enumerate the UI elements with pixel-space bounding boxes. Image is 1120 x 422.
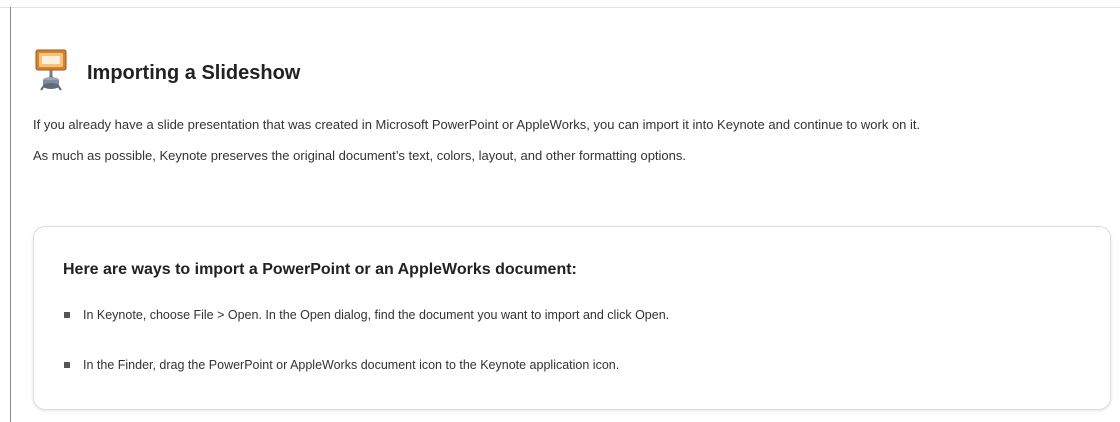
page-header: Importing a Slideshow [33,48,1111,92]
list-item-text: In Keynote, choose File > Open. In the O… [83,308,670,322]
tip-box: Here are ways to import a PowerPoint or … [33,226,1111,410]
bullet-icon [64,312,70,318]
intro-paragraph: As much as possible, Keynote preserves t… [33,148,686,163]
help-content: Importing a Slideshow If you already hav… [33,48,1111,166]
left-divider [10,7,11,422]
list-item-text: In the Finder, drag the PowerPoint or Ap… [83,358,620,372]
help-page: Importing a Slideshow If you already hav… [0,0,1120,422]
top-divider [0,7,1120,8]
intro-paragraph: If you already have a slide presentation… [33,117,921,132]
tip-box-heading: Here are ways to import a PowerPoint or … [63,261,577,278]
keynote-presentation-icon [35,49,67,91]
list-item: In Keynote, choose File > Open. In the O… [64,305,669,325]
list-item: In the Finder, drag the PowerPoint or Ap… [64,355,669,375]
page-title: Importing a Slideshow [87,61,301,84]
tip-list: In Keynote, choose File > Open. In the O… [64,305,669,375]
bullet-icon [64,362,70,368]
